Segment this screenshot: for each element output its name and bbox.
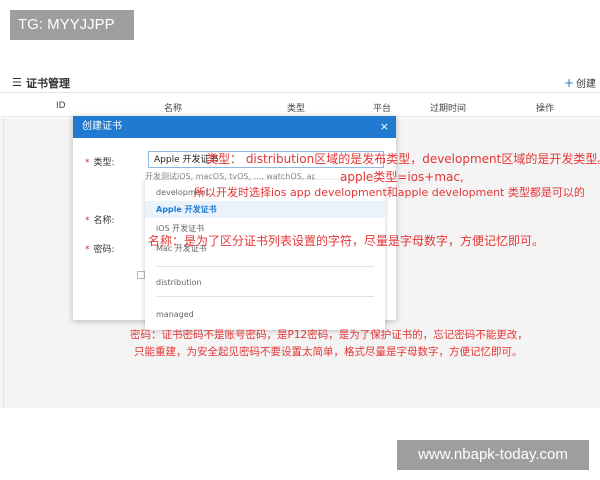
password-label: * 密码: (85, 245, 115, 255)
annotation-apple: apple类型=ios+mac, (340, 170, 464, 184)
dropdown-option[interactable]: distribution (145, 276, 385, 290)
watermark-bottom: www.nbapk-today.com (397, 440, 589, 470)
column-header-actions: 操作 (536, 104, 555, 114)
dialog-header: 创建证书 × (73, 116, 396, 138)
column-header-id: ID (56, 101, 66, 111)
close-icon[interactable]: × (380, 116, 389, 138)
plus-icon: + (563, 76, 574, 90)
checkbox[interactable] (137, 271, 145, 279)
left-divider (3, 118, 4, 408)
dialog-title: 创建证书 (82, 121, 122, 132)
column-header-name: 名称 (164, 104, 183, 114)
name-label: * 名称: (85, 216, 115, 226)
type-dropdown: development Apple 开发证书 iOS 开发证书 Mac 开发证书… (145, 180, 385, 330)
table-header: ID 名称 类型 平台 过期时间 操作 (0, 96, 600, 117)
create-button[interactable]: + 创建 (564, 75, 596, 90)
annotation-dev: 所以开发时选择ios app development和apple develop… (194, 186, 585, 199)
page-header: ☰ 证书管理 + 创建 (0, 72, 600, 93)
dropdown-divider (156, 296, 374, 297)
annotation-password-2: 只能重建，为安全起见密码不要设置太简单，格式尽量是字母数字，方便记忆即可。 (134, 346, 523, 358)
dropdown-option[interactable]: managed (145, 308, 385, 322)
column-header-type: 类型 (287, 104, 306, 114)
dropdown-divider (156, 266, 374, 267)
annotation-type: 类型： distribution区域的是发布类型，development区域的是… (206, 152, 600, 166)
dropdown-option-selected[interactable]: Apple 开发证书 (145, 201, 385, 218)
type-label: * 类型: (85, 158, 115, 168)
column-header-platform: 平台 (373, 104, 392, 114)
page-title: 证书管理 (26, 77, 70, 90)
menu-icon: ☰ (12, 76, 22, 89)
annotation-password-1: 密码：证书密码不是账号密码，是P12密码，是为了保护证书的，忘记密码不能更改， (130, 329, 528, 341)
column-header-expiry: 过期时间 (430, 104, 467, 114)
annotation-name: 名称：是为了区分证书列表设置的字符，尽量是字母数字，方便记忆即可。 (148, 234, 545, 248)
create-button-label: 创建 (576, 79, 596, 90)
watermark-top: TG: MYYJJPP (10, 10, 134, 40)
